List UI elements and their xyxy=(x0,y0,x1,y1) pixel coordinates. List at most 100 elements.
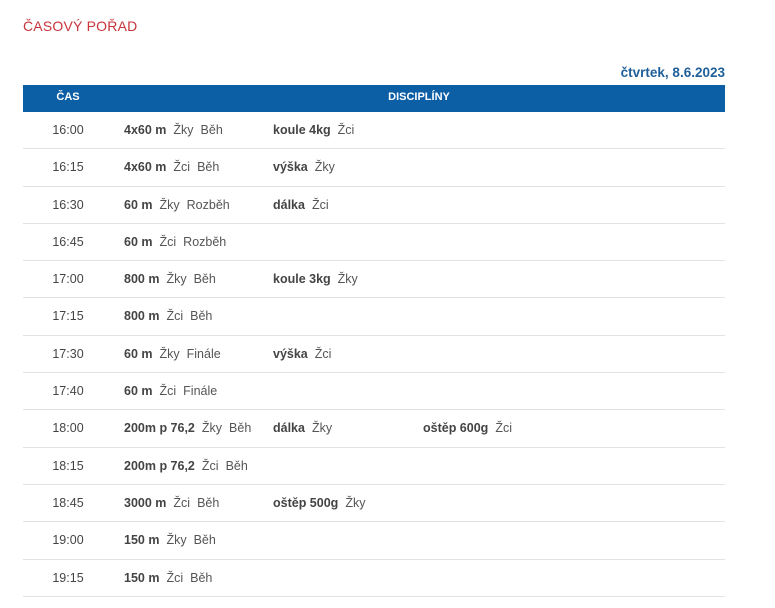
page-title: ČASOVÝ POŘAD xyxy=(23,18,138,34)
table-body: 16:00 4x60 m Žky Běh koule 4kg Žci 16:15 4x60 m… xyxy=(23,112,725,597)
discipline-name: výška xyxy=(273,346,308,361)
discipline-name: dálka xyxy=(273,421,305,436)
table-row: 16:00 4x60 m Žky Běh koule 4kg Žci xyxy=(23,112,725,150)
discipline-name: 800 m xyxy=(124,309,160,324)
table-row: 19:00 150 m Žky Běh xyxy=(23,522,725,560)
discipline-name: 150 m xyxy=(124,533,160,548)
table-row: 17:00 800 m Žky Běh koule 3kg Žky xyxy=(23,261,725,299)
discipline-category: Žci xyxy=(495,421,512,436)
discipline-category: Žci xyxy=(166,570,184,585)
discipline-name: oštěp 600g xyxy=(423,421,489,436)
discipline-category: Žky xyxy=(337,272,358,287)
discipline-category: Žky xyxy=(201,421,223,436)
discipline-phase: Finále xyxy=(183,384,218,399)
discipline-phase: Rozběh xyxy=(183,234,227,249)
discipline-name: 150 m xyxy=(124,570,160,585)
column-header-disciplines: DISCIPLÍNY xyxy=(388,91,450,103)
discipline-entry: 60 m Žky Finále xyxy=(124,336,221,372)
discipline-entry: dálka Žky xyxy=(273,410,332,446)
discipline-phase: Běh xyxy=(197,160,220,175)
schedule-table: ČAS DISCIPLÍNY 16:00 4x60 m Žky Běh koule 4k… xyxy=(23,85,725,597)
table-row: 18:45 3000 m Žci Běh oštěp 500g Žky xyxy=(23,485,725,523)
row-time: 19:15 xyxy=(52,570,84,585)
discipline-name: 200m p 76,2 xyxy=(124,421,195,436)
row-time: 17:30 xyxy=(52,346,84,361)
discipline-category: Žci xyxy=(159,234,177,249)
table-row: 16:30 60 m Žky Rozběh dálka Žci xyxy=(23,187,725,224)
discipline-category: Žky xyxy=(345,495,366,510)
discipline-phase: Běh xyxy=(200,123,223,137)
row-time: 16:15 xyxy=(52,160,84,175)
discipline-category: Žci xyxy=(201,458,219,473)
row-time: 16:45 xyxy=(52,234,84,249)
row-time: 18:00 xyxy=(52,421,84,436)
discipline-entry: 150 m Žci Běh xyxy=(124,560,212,596)
discipline-name: 800 m xyxy=(124,272,160,287)
discipline-phase: Finále xyxy=(186,346,221,361)
discipline-entry: 3000 m Žci Běh xyxy=(124,485,219,521)
discipline-category: Žky xyxy=(166,533,187,548)
discipline-phase: Rozběh xyxy=(186,197,230,212)
discipline-category: Žky xyxy=(314,160,335,175)
table-row: 18:00 200m p 76,2 Žky Běh dálka Žky oštěp 600g… xyxy=(23,410,725,448)
discipline-name: 4x60 m xyxy=(124,123,167,137)
row-time: 16:00 xyxy=(52,123,84,137)
discipline-entry: 800 m Žci Běh xyxy=(124,298,212,334)
row-time: 18:15 xyxy=(52,458,84,473)
discipline-phase: Běh xyxy=(190,309,213,324)
discipline-entry: 60 m Žci Rozběh xyxy=(124,224,226,260)
table-row: 17:30 60 m Žky Finále výška Žci xyxy=(23,336,725,374)
discipline-category: Žci xyxy=(159,384,177,399)
discipline-phase: Běh xyxy=(193,272,216,287)
discipline-entry: 200m p 76,2 Žci Běh xyxy=(124,448,248,484)
discipline-name: oštěp 500g xyxy=(273,495,339,510)
row-time: 16:30 xyxy=(52,197,84,212)
discipline-phase: Běh xyxy=(193,533,216,548)
discipline-entry: 200m p 76,2 Žky Běh xyxy=(124,410,251,446)
discipline-name: 60 m xyxy=(124,234,153,249)
table-row: 16:45 60 m Žci Rozběh xyxy=(23,224,725,262)
discipline-category: Žci xyxy=(314,346,332,361)
row-time: 19:00 xyxy=(52,533,84,548)
discipline-name: 4x60 m xyxy=(124,160,167,175)
row-time: 17:15 xyxy=(52,309,84,324)
discipline-name: 60 m xyxy=(124,346,153,361)
discipline-entry: 60 m Žci Finále xyxy=(124,373,217,409)
discipline-phase: Běh xyxy=(190,570,213,585)
discipline-entry: koule 4kg Žci xyxy=(273,112,354,148)
discipline-category: Žky xyxy=(173,123,194,137)
discipline-entry: 60 m Žky Rozběh xyxy=(124,187,230,223)
discipline-name: 3000 m xyxy=(124,495,167,510)
discipline-name: 60 m xyxy=(124,384,153,399)
discipline-name: výška xyxy=(273,160,308,175)
table-row: 16:15 4x60 m Žci Běh výška Žky xyxy=(23,149,725,187)
discipline-entry: 4x60 m Žci Běh xyxy=(124,149,219,185)
discipline-entry: výška Žky xyxy=(273,149,335,185)
discipline-category: Žci xyxy=(173,495,191,510)
discipline-entry: výška Žci xyxy=(273,336,331,372)
row-time: 17:40 xyxy=(52,384,84,399)
table-row: 17:15 800 m Žci Běh xyxy=(23,298,725,336)
discipline-entry: 4x60 m Žky Běh xyxy=(124,112,223,148)
discipline-name: dálka xyxy=(273,197,305,212)
discipline-phase: Běh xyxy=(229,421,252,436)
schedule-date: čtvrtek, 8.6.2023 xyxy=(620,65,725,80)
discipline-entry: 800 m Žky Běh xyxy=(124,261,216,297)
discipline-name: koule 4kg xyxy=(273,123,331,137)
discipline-entry: 150 m Žky Běh xyxy=(124,522,216,558)
table-row: 19:15 150 m Žci Běh xyxy=(23,560,725,597)
row-time: 17:00 xyxy=(52,272,84,287)
discipline-entry: dálka Žci xyxy=(273,187,329,223)
discipline-entry: koule 3kg Žky xyxy=(273,261,358,297)
table-header: ČAS DISCIPLÍNY xyxy=(23,85,725,112)
discipline-category: Žci xyxy=(173,160,191,175)
discipline-category: Žky xyxy=(166,272,187,287)
discipline-phase: Běh xyxy=(197,495,220,510)
discipline-phase: Běh xyxy=(225,458,248,473)
column-header-time: ČAS xyxy=(56,91,80,103)
table-row: 17:40 60 m Žci Finále xyxy=(23,373,725,411)
discipline-name: 60 m xyxy=(124,197,153,212)
discipline-category: Žky xyxy=(159,197,180,212)
discipline-category: Žci xyxy=(311,197,329,212)
discipline-category: Žky xyxy=(311,421,333,436)
